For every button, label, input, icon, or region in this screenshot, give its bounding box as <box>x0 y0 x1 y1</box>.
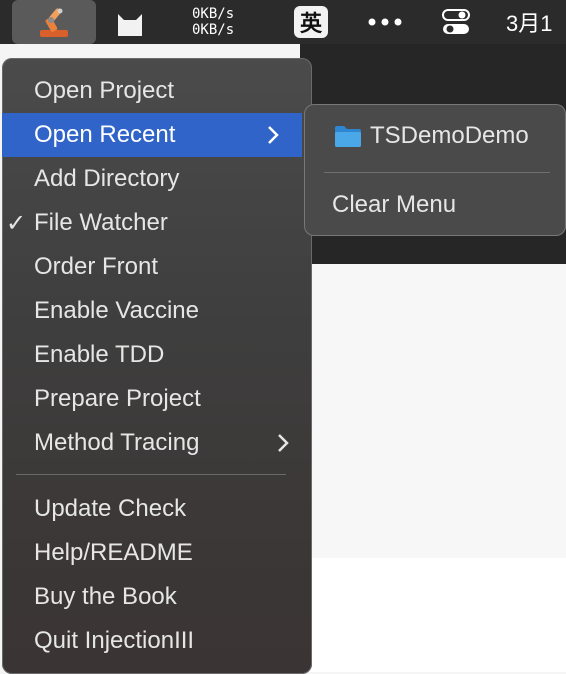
menu-separator <box>16 474 286 475</box>
input-method-button[interactable]: 英 <box>294 6 328 38</box>
menu-item-label: Quit InjectionIII <box>34 627 195 654</box>
menu-item-label: Help/README <box>34 539 193 566</box>
menu-item-open-project[interactable]: Open Project <box>2 69 312 113</box>
network-speed-indicator[interactable]: 0KB/s 0KB/s <box>192 0 248 44</box>
menubar-clock[interactable]: 3月1 <box>506 0 566 44</box>
menu-item-open-recent[interactable]: Open Recent <box>2 113 302 157</box>
menu-bar: 0KB/s 0KB/s 英 3月1 <box>0 0 566 44</box>
menu-item-label: Method Tracing <box>34 429 200 456</box>
menu-item-label: Add Directory <box>34 165 180 192</box>
menu-item-buy-the-book[interactable]: Buy the Book <box>2 575 312 619</box>
folder-icon <box>335 126 361 147</box>
injection-app-menu-button[interactable] <box>12 0 96 44</box>
robot-arm-icon <box>40 8 68 37</box>
net-upload-speed: 0KB/s <box>192 6 235 22</box>
menu-item-label: Open Recent <box>34 121 176 148</box>
chevron-right-icon <box>278 434 289 452</box>
menu-item-prepare-project[interactable]: Prepare Project <box>2 377 312 421</box>
cat-menu-button[interactable] <box>112 0 148 44</box>
menu-item-label: Order Front <box>34 253 159 280</box>
app-dropdown-menu: Open Project Open Recent Add Directory ✓… <box>2 58 312 674</box>
menu-item-help-readme[interactable]: Help/README <box>2 531 312 575</box>
background-window-lower <box>300 558 566 672</box>
chevron-right-icon <box>268 126 279 144</box>
menu-item-order-front[interactable]: Order Front <box>2 245 312 289</box>
menu-item-method-tracing[interactable]: Method Tracing <box>2 421 312 465</box>
clear-menu-item[interactable]: Clear Menu <box>304 183 566 227</box>
clear-menu-label: Clear Menu <box>332 191 457 218</box>
recent-item-tsdemodemo[interactable]: TSDemoDemo <box>304 114 566 158</box>
menu-item-label: Enable Vaccine <box>34 297 199 324</box>
menu-item-label: Prepare Project <box>34 385 201 412</box>
net-download-speed: 0KB/s <box>192 22 235 38</box>
control-center-button[interactable] <box>438 0 474 44</box>
open-recent-submenu: TSDemoDemo Clear Menu <box>304 104 566 236</box>
menu-item-update-check[interactable]: Update Check <box>2 487 312 531</box>
menu-item-enable-tdd[interactable]: Enable TDD <box>2 333 312 377</box>
menu-item-label: File Watcher <box>34 209 168 236</box>
cat-icon <box>118 14 142 36</box>
ellipsis-icon <box>368 18 402 26</box>
checkmark-icon: ✓ <box>6 209 27 237</box>
submenu-separator <box>324 172 550 173</box>
menu-item-enable-vaccine[interactable]: Enable Vaccine <box>2 289 312 333</box>
background-window-content <box>300 264 566 558</box>
recent-item-label: TSDemoDemo <box>370 122 529 149</box>
menu-item-label: Buy the Book <box>34 583 177 610</box>
toggles-icon <box>442 9 470 34</box>
more-menu-button[interactable] <box>366 0 404 44</box>
menu-item-file-watcher[interactable]: ✓ File Watcher <box>2 201 312 245</box>
menu-item-add-directory[interactable]: Add Directory <box>2 157 312 201</box>
menu-item-label: Open Project <box>34 77 175 104</box>
menu-item-quit[interactable]: Quit InjectionIII <box>2 619 312 663</box>
menu-item-label: Update Check <box>34 495 187 522</box>
menu-item-label: Enable TDD <box>34 341 165 368</box>
